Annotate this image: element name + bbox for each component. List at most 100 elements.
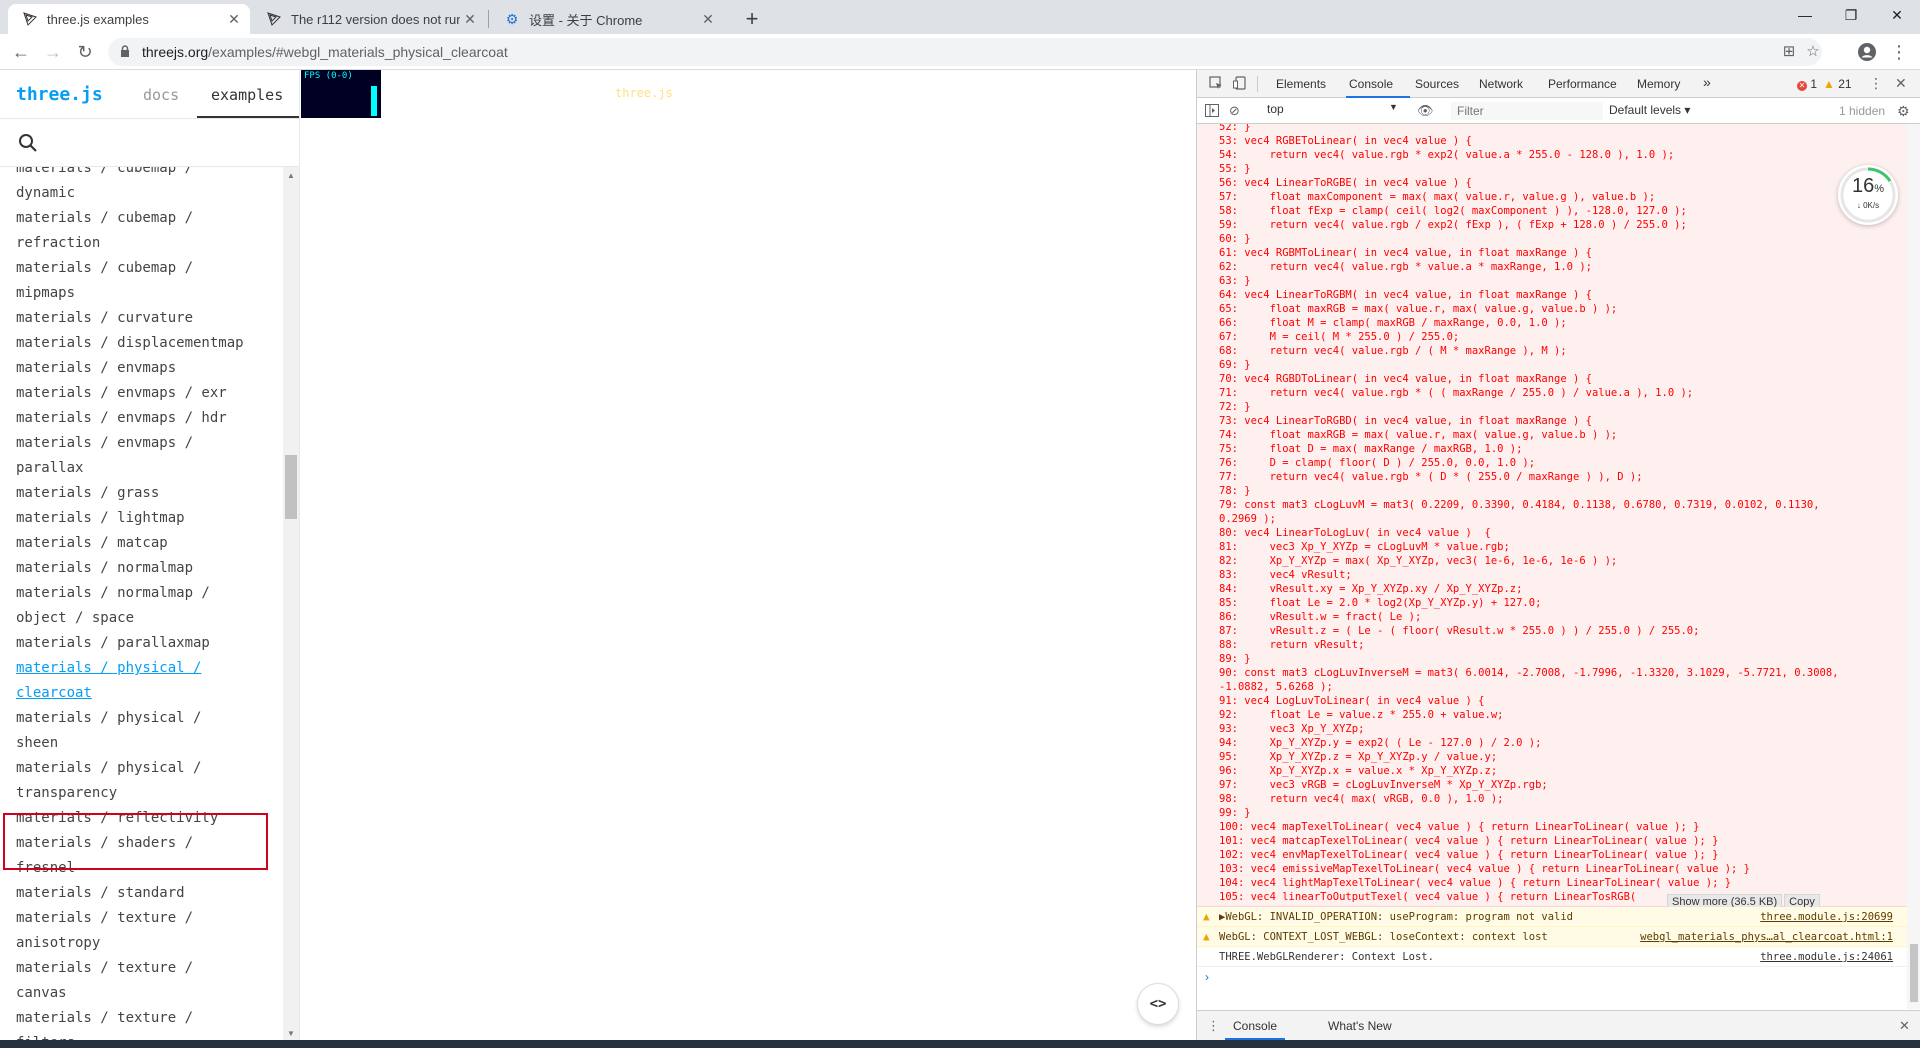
example-link[interactable]: parallax (16, 456, 278, 481)
example-link[interactable]: materials / curvature (16, 306, 278, 331)
source-link[interactable]: three.module.js:24061 (1760, 947, 1893, 967)
example-link[interactable]: object / space (16, 606, 278, 631)
stats-panel[interactable]: FPS (0-0) (301, 70, 381, 118)
reload-button[interactable]: ↻ (72, 39, 98, 65)
warning-count-badge[interactable]: ▲ 21 (1823, 77, 1852, 91)
example-link[interactable]: sheen (16, 731, 278, 756)
profile-avatar-icon[interactable] (1854, 39, 1880, 65)
search-icon[interactable] (18, 133, 38, 158)
tab-chrome-settings[interactable]: ⚙ 设置 - 关于 Chrome ✕ (490, 4, 724, 34)
close-drawer-icon[interactable]: ✕ (1899, 1018, 1910, 1034)
close-tab-icon[interactable]: ✕ (224, 11, 244, 28)
error-count-badge[interactable]: ✕ 1 (1797, 77, 1817, 91)
lock-icon[interactable] (120, 45, 130, 63)
nav-examples-link[interactable]: examples (211, 86, 283, 104)
example-link[interactable]: clearcoat (16, 681, 278, 706)
source-link[interactable]: webgl_materials_phys…al_clearcoat.html:1 (1640, 927, 1893, 947)
example-viewport[interactable]: FPS (0-0) three.js <> (301, 70, 1195, 1040)
tab-threejs-examples[interactable]: three.js examples ✕ (8, 4, 250, 34)
close-tab-icon[interactable]: ✕ (698, 11, 718, 28)
brand-logo[interactable]: three.js (16, 84, 103, 105)
example-link[interactable]: materials / envmaps / exr (16, 381, 278, 406)
close-devtools-icon[interactable]: ✕ (1895, 75, 1907, 92)
example-link[interactable]: materials / standard (16, 881, 278, 906)
new-tab-button[interactable]: + (738, 6, 766, 34)
log-levels-dropdown[interactable]: Default levels ▾ (1609, 103, 1690, 117)
forward-button[interactable]: → (40, 39, 66, 65)
example-link[interactable]: transparency (16, 781, 278, 806)
tab-sources[interactable]: Sources (1415, 77, 1459, 91)
close-tab-icon[interactable]: ✕ (460, 11, 480, 28)
back-button[interactable]: ← (8, 39, 34, 65)
more-tabs-button[interactable]: » (1703, 74, 1711, 90)
example-link[interactable]: materials / cubemap / (16, 167, 278, 181)
example-link[interactable]: materials / physical / (16, 756, 278, 781)
tab-network[interactable]: Network (1479, 77, 1523, 91)
tab-console[interactable]: Console (1349, 77, 1393, 91)
tab-memory[interactable]: Memory (1637, 77, 1680, 91)
restore-button[interactable]: ❐ (1828, 0, 1874, 30)
url-text[interactable]: threejs.org/examples/#webgl_materials_ph… (142, 44, 508, 60)
example-link[interactable]: materials / envmaps / (16, 431, 278, 456)
example-link[interactable]: materials / parallaxmap (16, 631, 278, 656)
console-log-row[interactable]: THREE.WebGLRenderer: Context Lost. three… (1197, 947, 1907, 967)
example-link[interactable]: materials / normalmap / (16, 581, 278, 606)
example-link[interactable]: materials / matcap (16, 531, 278, 556)
console-settings-gear-icon[interactable]: ⚙ (1897, 103, 1910, 120)
inspect-element-icon[interactable] (1209, 76, 1223, 93)
device-toolbar-icon[interactable] (1233, 76, 1247, 93)
eye-icon[interactable]: 👁 (1417, 103, 1434, 119)
shader-error-message[interactable]: 52: } 53: vec4 RGBEToLinear( in vec4 valu… (1197, 124, 1907, 910)
bookmark-star-icon[interactable]: ☆ (1804, 43, 1822, 61)
example-link[interactable]: materials / physical / (16, 656, 278, 681)
console-warning-row[interactable]: ▲ ▶WebGL: INVALID_OPERATION: useProgram:… (1197, 907, 1907, 927)
scrollbar-thumb[interactable] (1910, 944, 1918, 1002)
drawer-tab-console[interactable]: Console (1233, 1019, 1277, 1033)
example-link[interactable]: materials / grass (16, 481, 278, 506)
tab-performance[interactable]: Performance (1548, 77, 1617, 91)
scroll-up-icon[interactable]: ▲ (287, 171, 295, 180)
example-link[interactable]: canvas (16, 981, 278, 1006)
scrollbar-thumb[interactable] (285, 455, 297, 519)
example-link[interactable]: materials / texture / (16, 906, 278, 931)
view-source-button[interactable]: <> (1137, 983, 1179, 1025)
console-filter-input[interactable] (1451, 102, 1603, 120)
context-selector[interactable]: top ▼ (1267, 102, 1401, 120)
minimize-button[interactable]: — (1782, 0, 1828, 30)
example-link[interactable]: filters (16, 1031, 278, 1040)
sidebar-scrollbar[interactable]: ▲ ▼ (283, 167, 299, 1040)
settings-kebab-icon[interactable]: ⋮ (1869, 75, 1883, 92)
example-link[interactable]: dynamic (16, 181, 278, 206)
tab-elements[interactable]: Elements (1276, 77, 1326, 91)
translate-icon[interactable]: ⊞ (1780, 43, 1798, 61)
drawer-menu-kebab-icon[interactable]: ⋮ (1207, 1018, 1220, 1034)
example-link[interactable]: materials / displacementmap (16, 331, 278, 356)
menu-kebab-icon[interactable]: ⋮ (1886, 39, 1912, 65)
scroll-down-icon[interactable]: ▼ (287, 1029, 295, 1038)
nav-docs-link[interactable]: docs (143, 86, 179, 104)
close-window-button[interactable]: ✕ (1874, 0, 1920, 30)
sidebar-toggle-icon[interactable] (1205, 104, 1219, 120)
viewport-title[interactable]: three.js (615, 86, 673, 100)
clear-console-icon[interactable]: ⊘ (1229, 103, 1240, 119)
example-link[interactable]: materials / lightmap (16, 506, 278, 531)
tab-r112-issue[interactable]: The r112 version does not run ✕ (252, 4, 486, 34)
example-link[interactable]: refraction (16, 231, 278, 256)
address-bar[interactable]: threejs.org/examples/#webgl_materials_ph… (108, 38, 1822, 66)
example-link[interactable]: materials / texture / (16, 1006, 278, 1031)
example-link[interactable]: materials / envmaps (16, 356, 278, 381)
example-link[interactable]: materials / physical / (16, 706, 278, 731)
example-link[interactable]: anisotropy (16, 931, 278, 956)
example-link[interactable]: mipmaps (16, 281, 278, 306)
example-link[interactable]: materials / envmaps / hdr (16, 406, 278, 431)
example-link[interactable]: materials / texture / (16, 956, 278, 981)
source-link[interactable]: three.module.js:20699 (1760, 907, 1893, 927)
console-scrollbar[interactable] (1907, 124, 1920, 1009)
drawer-tab-whats-new[interactable]: What's New (1328, 1019, 1392, 1033)
example-link[interactable]: materials / cubemap / (16, 256, 278, 281)
console-warning-row[interactable]: ▲ WebGL: CONTEXT_LOST_WEBGL: loseContext… (1197, 927, 1907, 947)
network-monitor-widget[interactable]: 16% ↓ 0K/s (1838, 165, 1898, 225)
example-link[interactable]: materials / cubemap / (16, 206, 278, 231)
console-prompt[interactable]: › (1205, 970, 1209, 984)
example-link[interactable]: materials / normalmap (16, 556, 278, 581)
